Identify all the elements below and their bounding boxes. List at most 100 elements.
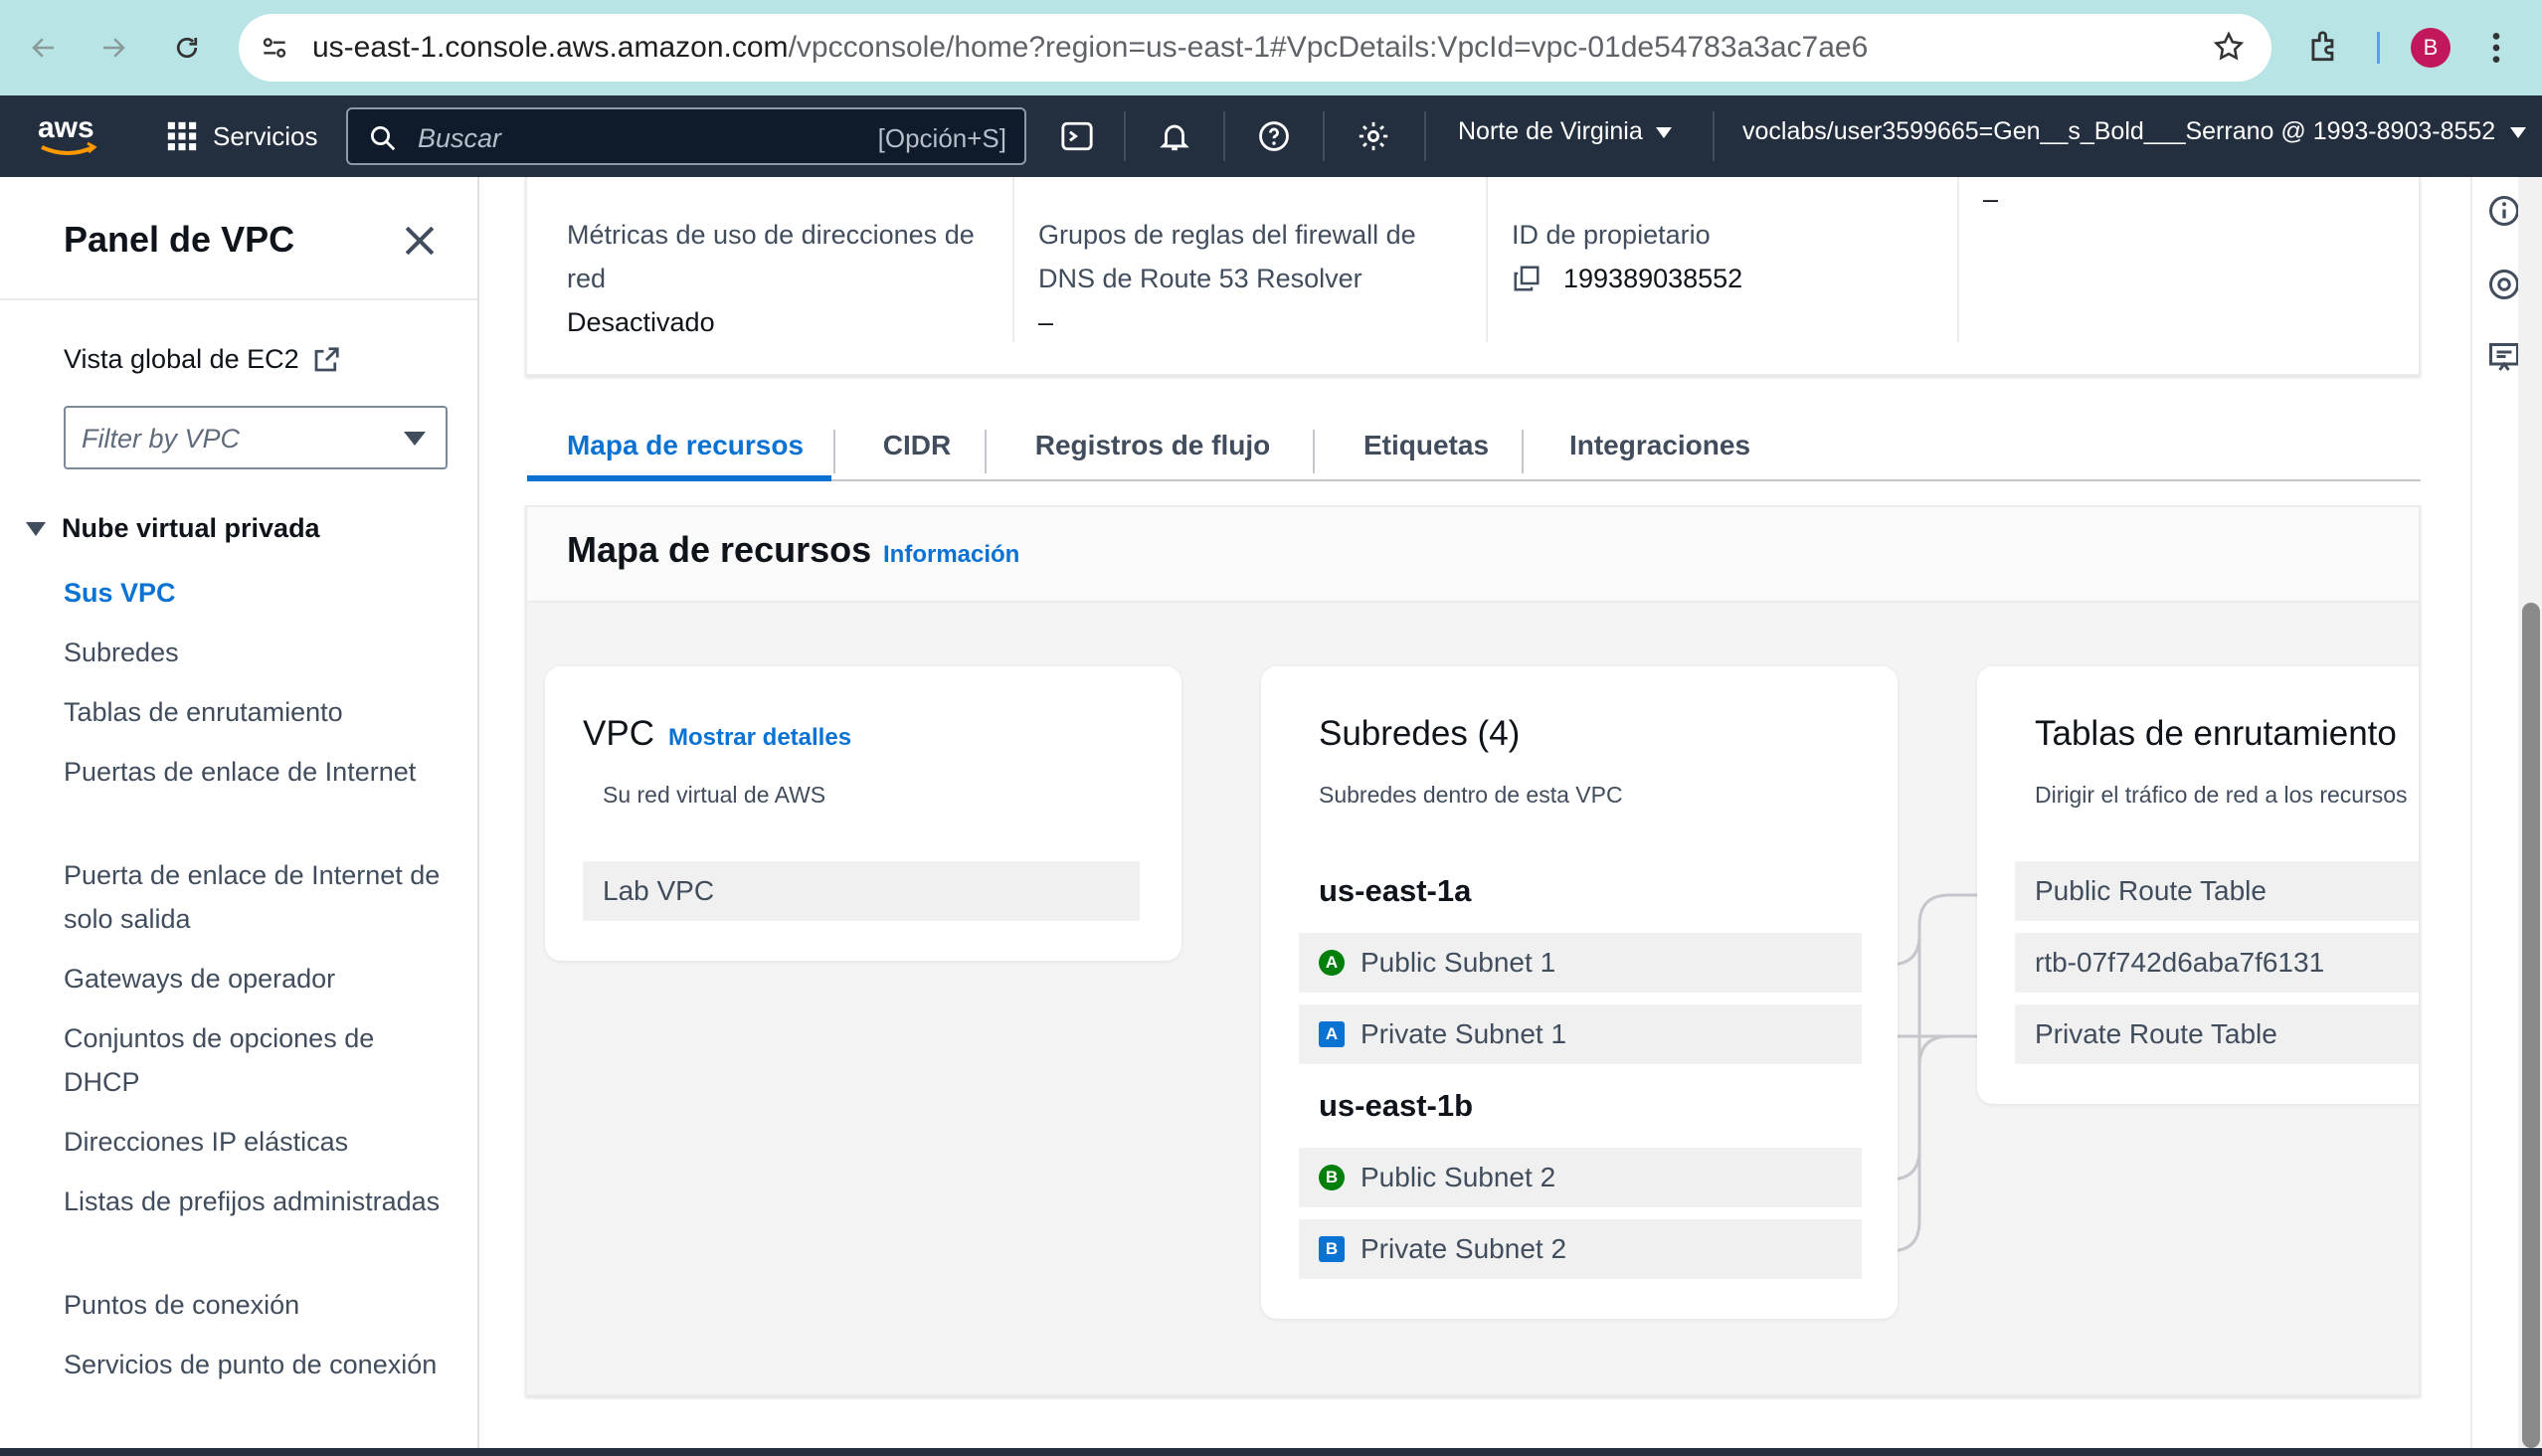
notifications-bell-icon[interactable] [1154, 115, 1195, 157]
detail-value: Desactivado [567, 307, 715, 337]
url-path: /vpcconsole/home?region=us-east-1#VpcDet… [788, 31, 1869, 64]
settings-gear-icon[interactable] [1353, 115, 1394, 157]
region-selector[interactable]: Norte de Virginia [1458, 117, 1673, 146]
column-divider [1957, 177, 1959, 342]
browser-toolbar: us-east-1.console.aws.amazon.com/vpccons… [0, 0, 2542, 95]
subnet-row[interactable]: A Public Subnet 1 [1299, 933, 1862, 993]
tab-tags[interactable]: Etiquetas [1337, 412, 1516, 479]
sidebar-item-endpoint-services[interactable]: Servicios de punto de conexión [64, 1343, 442, 1386]
az-label-1b: us-east-1b [1319, 1088, 1474, 1123]
owner-id-value: 199389038552 [1563, 264, 1743, 293]
subnets-box-subtitle: Subredes dentro de esta VPC [1319, 782, 1623, 808]
sidebar-item-your-vpcs[interactable]: Sus VPC [64, 571, 442, 615]
tab-integrations[interactable]: Integraciones [1545, 412, 1774, 479]
search-input[interactable]: Buscar [Opción+S] [346, 107, 1026, 165]
services-menu[interactable]: Servicios [165, 115, 317, 157]
feedback-icon[interactable] [2486, 267, 2522, 302]
ec2-global-view-link[interactable]: Vista global de EC2 [64, 344, 341, 375]
vpc-box-subtitle: Su red virtual de AWS [603, 782, 826, 808]
sidebar-item-endpoints[interactable]: Puntos de conexión [64, 1283, 442, 1327]
caret-down-icon [1655, 126, 1672, 138]
help-icon[interactable] [1253, 115, 1295, 157]
route-tables-box-title: Tablas de enrutamiento [2035, 714, 2397, 753]
info-panel-icon[interactable] [2486, 193, 2522, 229]
back-icon[interactable] [18, 22, 70, 74]
vpc-name-row[interactable]: Lab VPC [583, 861, 1140, 921]
sidebar-item-internet-gateways[interactable]: Puertas de enlace de Internet [64, 750, 442, 794]
cloudshell-icon[interactable] [1056, 115, 1098, 157]
aws-top-nav: aws Servicios Buscar [Opción+S] Norte de… [0, 95, 2542, 177]
search-icon [368, 123, 398, 158]
close-icon[interactable] [398, 219, 442, 263]
nav-divider [1223, 111, 1225, 161]
browser-menu-icon[interactable] [2486, 28, 2506, 73]
filter-placeholder: Filter by VPC [82, 424, 241, 454]
detail-network-usage-metrics: Métricas de uso de direcciones de red De… [567, 177, 985, 346]
route-table-row[interactable]: rtb-07f742d6aba7f6131 [2015, 933, 2419, 993]
forward-icon[interactable] [88, 22, 139, 74]
tab-resource-map[interactable]: Mapa de recursos [551, 412, 819, 479]
sidebar-item-carrier-gateways[interactable]: Gateways de operador [64, 957, 442, 1001]
tab-flow-logs[interactable]: Registros de flujo [1008, 412, 1297, 479]
subnet-row[interactable]: B Public Subnet 2 [1299, 1148, 1862, 1207]
scrollbar-thumb[interactable] [2522, 603, 2540, 1448]
subnet-row[interactable]: A Private Subnet 1 [1299, 1004, 1862, 1064]
tab-bar: Mapa de recursos CIDR Registros de flujo… [527, 412, 2421, 481]
grid-icon [167, 121, 197, 151]
account-menu[interactable]: voclabs/user3599665=Gen__s_Bold___Serran… [1742, 117, 2527, 146]
column-divider [1486, 177, 1488, 342]
region-label: Norte de Virginia [1458, 117, 1643, 145]
route-table-row[interactable]: Private Route Table [2015, 1004, 2419, 1064]
filter-by-vpc-select[interactable]: Filter by VPC [64, 406, 448, 469]
vpc-sidebar: Panel de VPC Vista global de EC2 Filter … [0, 177, 479, 1456]
external-link-icon [314, 346, 339, 371]
sidebar-item-route-tables[interactable]: Tablas de enrutamiento [64, 690, 442, 734]
az-label-1a: us-east-1a [1319, 873, 1472, 908]
show-details-link[interactable]: Mostrar detalles [668, 724, 851, 752]
services-label: Servicios [213, 120, 318, 151]
nav-divider [1424, 111, 1426, 161]
vpc-box: VPC Mostrar detalles Su red virtual de A… [545, 666, 1181, 961]
site-settings-icon[interactable] [259, 32, 290, 69]
reload-icon[interactable] [161, 22, 213, 74]
route-table-row[interactable]: Public Route Table [2015, 861, 2419, 921]
url-text: us-east-1.console.aws.amazon.com/vpccons… [312, 30, 1868, 66]
aws-logo-icon[interactable]: aws [36, 107, 99, 163]
tab-divider [1522, 430, 1524, 473]
sidebar-title: Panel de VPC [64, 219, 295, 260]
detail-owner-id: ID de propietario 199389038552 [1512, 177, 1929, 346]
owner-id-row: 199389038552 [1512, 257, 1929, 300]
section-toggle-vpc[interactable]: Nube virtual privada [26, 513, 320, 544]
sidebar-item-elastic-ips[interactable]: Direcciones IP elásticas [64, 1120, 442, 1164]
caret-down-icon [2510, 126, 2527, 138]
detail-extra: – [1983, 177, 2281, 346]
sidebar-divider [0, 298, 477, 300]
profile-avatar[interactable]: B [2411, 28, 2451, 68]
private-subnet-badge-icon: B [1319, 1236, 1345, 1262]
detail-label: Grupos de reglas del firewall de DNS de … [1038, 220, 1416, 293]
tutorial-icon[interactable] [2486, 340, 2522, 376]
detail-value: – [1983, 184, 1999, 214]
ec2-global-view-label: Vista global de EC2 [64, 344, 299, 374]
sidebar-item-egress-only-gateways[interactable]: Puerta de enlace de Internet de solo sal… [64, 853, 442, 941]
subnet-row[interactable]: B Private Subnet 2 [1299, 1219, 1862, 1279]
vpc-box-title: VPC [583, 714, 654, 753]
public-subnet-badge-icon: B [1319, 1165, 1345, 1190]
copy-icon[interactable] [1512, 264, 1542, 293]
subnets-box: Subredes (4) Subredes dentro de esta VPC… [1261, 666, 1898, 1319]
detail-label: Métricas de uso de direcciones de red [567, 220, 975, 293]
sidebar-item-dhcp-option-sets[interactable]: Conjuntos de opciones de DHCP [64, 1016, 442, 1104]
detail-dns-firewall-rule-groups: Grupos de reglas del firewall de DNS de … [1038, 177, 1466, 346]
tab-cidr[interactable]: CIDR [861, 412, 973, 479]
caret-down-icon [404, 432, 426, 446]
extensions-icon[interactable] [2305, 28, 2343, 71]
subnet-name: Public Subnet 2 [1361, 1162, 1556, 1192]
nav-divider [1323, 111, 1325, 161]
tab-divider [1313, 430, 1315, 473]
sidebar-item-managed-prefix-lists[interactable]: Listas de prefijos administradas [64, 1180, 442, 1223]
active-tab-indicator [527, 475, 831, 481]
bookmark-star-icon[interactable] [2212, 30, 2246, 69]
sidebar-item-subnets[interactable]: Subredes [64, 631, 442, 674]
column-divider [1012, 177, 1014, 342]
address-bar[interactable]: us-east-1.console.aws.amazon.com/vpccons… [239, 14, 2271, 82]
